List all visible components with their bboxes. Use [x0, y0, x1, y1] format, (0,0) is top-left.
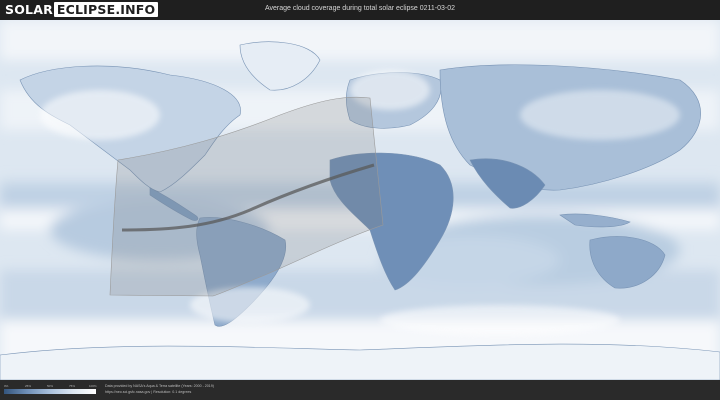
site-logo[interactable]: SOLAR ECLIPSE.INFO — [5, 1, 159, 18]
legend-tick: 75% — [69, 384, 76, 388]
legend-tick: 25% — [25, 384, 32, 388]
footer-bar: 0% 25% 50% 75% 100% Data provided by NAS… — [0, 380, 720, 400]
logo-eclipse-info: ECLIPSE.INFO — [53, 2, 159, 17]
header-bar: SOLAR ECLIPSE.INFO Average cloud coverag… — [0, 0, 720, 20]
world-map-svg — [0, 20, 720, 380]
legend-tick: 50% — [47, 384, 54, 388]
legend-tick: 100% — [89, 384, 97, 388]
data-credit-line: Data provided by NASA's Aqua & Terra sat… — [105, 384, 214, 388]
logo-solar: SOLAR — [5, 2, 53, 17]
legend-tick: 0% — [4, 384, 9, 388]
data-source-link[interactable]: https://neo.sci.gsfc.nasa.gov | Resoluti… — [105, 390, 191, 394]
page-title: Average cloud coverage during total sola… — [264, 5, 456, 12]
cloud-coverage-map — [0, 20, 720, 380]
cloud-coverage-legend-bar — [4, 389, 96, 394]
